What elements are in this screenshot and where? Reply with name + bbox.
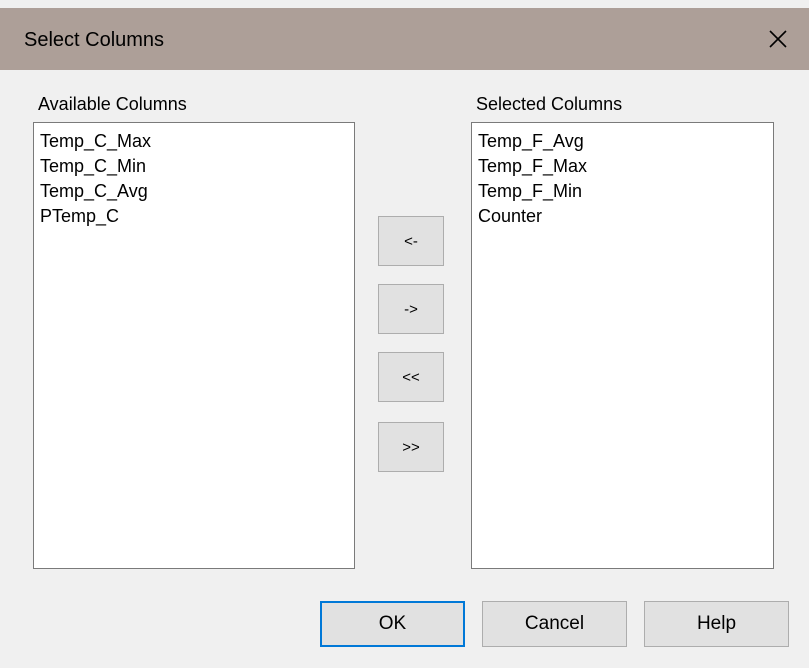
list-item[interactable]: Temp_F_Max (478, 154, 767, 179)
list-item[interactable]: PTemp_C (40, 204, 348, 229)
available-columns-list[interactable]: Temp_C_Max Temp_C_Min Temp_C_Avg PTemp_C (33, 122, 355, 569)
selected-columns-list[interactable]: Temp_F_Avg Temp_F_Max Temp_F_Min Counter (471, 122, 774, 569)
cancel-button[interactable]: Cancel (482, 601, 627, 647)
list-item[interactable]: Temp_C_Min (40, 154, 348, 179)
ok-button[interactable]: OK (320, 601, 465, 647)
remove-one-button[interactable]: <- (378, 216, 444, 266)
close-button[interactable] (747, 8, 809, 70)
list-item[interactable]: Temp_F_Avg (478, 129, 767, 154)
help-button[interactable]: Help (644, 601, 789, 647)
dialog-title: Select Columns (24, 29, 165, 51)
available-columns-label: Available Columns (38, 94, 187, 114)
select-columns-dialog: Select Columns Available Columns Temp_C_… (0, 0, 809, 668)
list-item[interactable]: Temp_C_Max (40, 129, 348, 154)
close-icon (769, 30, 787, 48)
list-item[interactable]: Temp_F_Min (478, 179, 767, 204)
add-one-button[interactable]: -> (378, 284, 444, 334)
list-item[interactable]: Counter (478, 204, 767, 229)
selected-columns-label: Selected Columns (476, 94, 623, 114)
remove-all-button[interactable]: << (378, 352, 444, 402)
list-item[interactable]: Temp_C_Avg (40, 179, 348, 204)
add-all-button[interactable]: >> (378, 422, 444, 472)
title-bar: Select Columns (0, 8, 809, 70)
